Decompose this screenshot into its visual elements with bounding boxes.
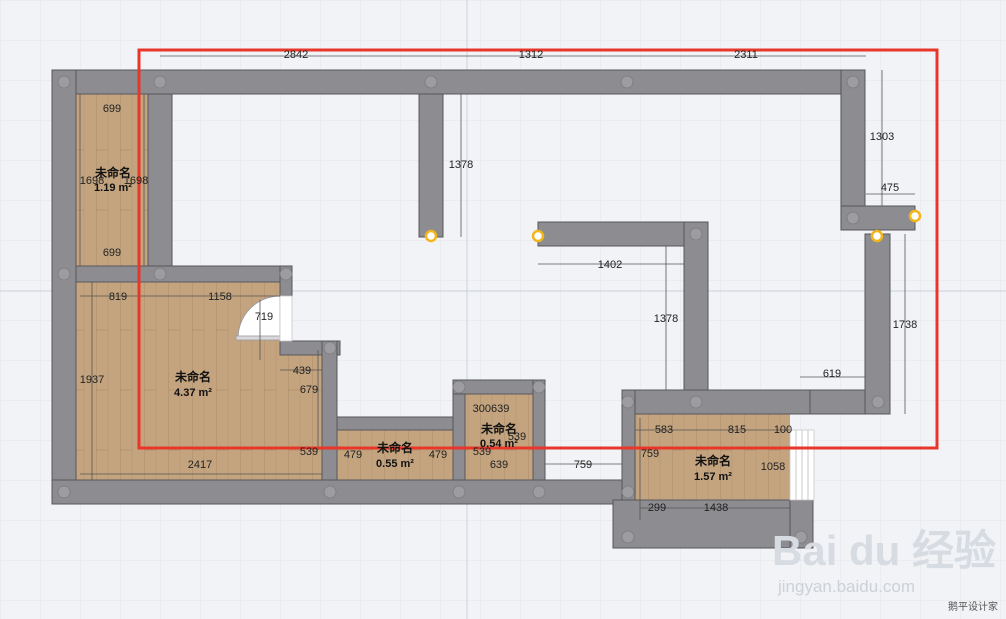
dim-top-1: 2842 [284, 49, 308, 61]
wall-room-e-top [621, 389, 811, 415]
floor-plan-svg[interactable]: 未命名 1.19 m² 未命名 4.37 m² 未命名 0.55 m² 未命名 … [0, 0, 1006, 619]
wall-left [51, 69, 77, 505]
floor-plan-canvas[interactable]: 未命名 1.19 m² 未命名 4.37 m² 未命名 0.55 m² 未命名 … [0, 0, 1006, 619]
dim-room-b-step: 439 [293, 365, 311, 377]
dim-room-b-right: 679 [300, 384, 318, 396]
wall-room-a-right [147, 93, 173, 269]
dim-top-2: 1312 [519, 49, 543, 61]
handle-inner-wall [531, 229, 545, 243]
dim-right-upper: 1303 [870, 131, 894, 143]
dim-room-b-left: 1937 [80, 374, 104, 386]
dim-room-d-bottom: 639 [490, 459, 508, 471]
room-b-area: 4.37 m² [174, 387, 212, 399]
dim-right-stub: 475 [881, 182, 899, 194]
dim-room-c-right: 479 [429, 449, 447, 461]
dim-room-a-top: 699 [103, 103, 121, 115]
dim-room-d-top: 300639 [473, 403, 510, 415]
wall-room-a-bottom [75, 265, 281, 283]
dim-room-d-right: 539 [508, 431, 526, 443]
dim-bottom-right: 619 [823, 368, 841, 380]
wall-inner-horizontal [537, 221, 709, 247]
dim-room-b-corner: 539 [300, 446, 318, 458]
dim-room-e-bottom-left: 299 [648, 502, 666, 514]
dim-room-a-bottom: 699 [103, 247, 121, 259]
dim-room-b-bottom: 2417 [188, 459, 212, 471]
room-e-name: 未命名 [694, 453, 731, 468]
dim-room-a-left: 1698 [80, 175, 104, 187]
handle-right-stub [908, 209, 922, 223]
dim-room-b-door: 719 [255, 311, 273, 323]
dim-room-e-left: 759 [641, 448, 659, 460]
wall-upper-stub [418, 93, 444, 238]
room-c-name: 未命名 [376, 440, 413, 455]
dim-room-e-right: 1058 [761, 461, 785, 473]
watermark-url: jingyan.baidu.com [777, 577, 915, 596]
wall-inner-vertical [683, 221, 709, 393]
dim-room-b-top-right: 1158 [208, 291, 232, 303]
dim-room-e-top-left: 583 [655, 424, 673, 436]
handle-right-lower [870, 229, 884, 243]
dim-room-d-bottom-left: 539 [473, 446, 491, 458]
dim-room-e-bottom: 1438 [704, 502, 728, 514]
wall-room-d-top [452, 379, 546, 395]
handle-upper-stub [424, 229, 438, 243]
dim-inner-vertical: 1378 [449, 159, 473, 171]
dim-top-3: 2311 [734, 49, 758, 61]
stair-opening [789, 429, 815, 501]
dim-room-a-right: 1698 [124, 175, 148, 187]
watermark-logo: Bai du 经验 [772, 527, 996, 574]
credit-text: 鹅平设计家 [948, 600, 998, 613]
dim-corridor: 759 [574, 459, 592, 471]
room-e-area: 1.57 m² [694, 471, 732, 483]
wall-right-lower [864, 233, 891, 415]
room-b-name: 未命名 [174, 369, 211, 384]
dim-inner-vertical-2: 1378 [654, 313, 678, 325]
wall-top [51, 69, 866, 95]
wall-room-c-top [336, 416, 466, 431]
dim-right-lower: 1738 [893, 319, 917, 331]
dim-room-e-top-right: 815 [728, 424, 746, 436]
dim-room-e-top-end: 100 [774, 424, 792, 436]
room-c-area: 0.55 m² [376, 458, 414, 470]
dim-room-c-left: 479 [344, 449, 362, 461]
dim-room-b-top-left: 819 [109, 291, 127, 303]
dim-inner-horizontal: 1402 [598, 259, 622, 271]
